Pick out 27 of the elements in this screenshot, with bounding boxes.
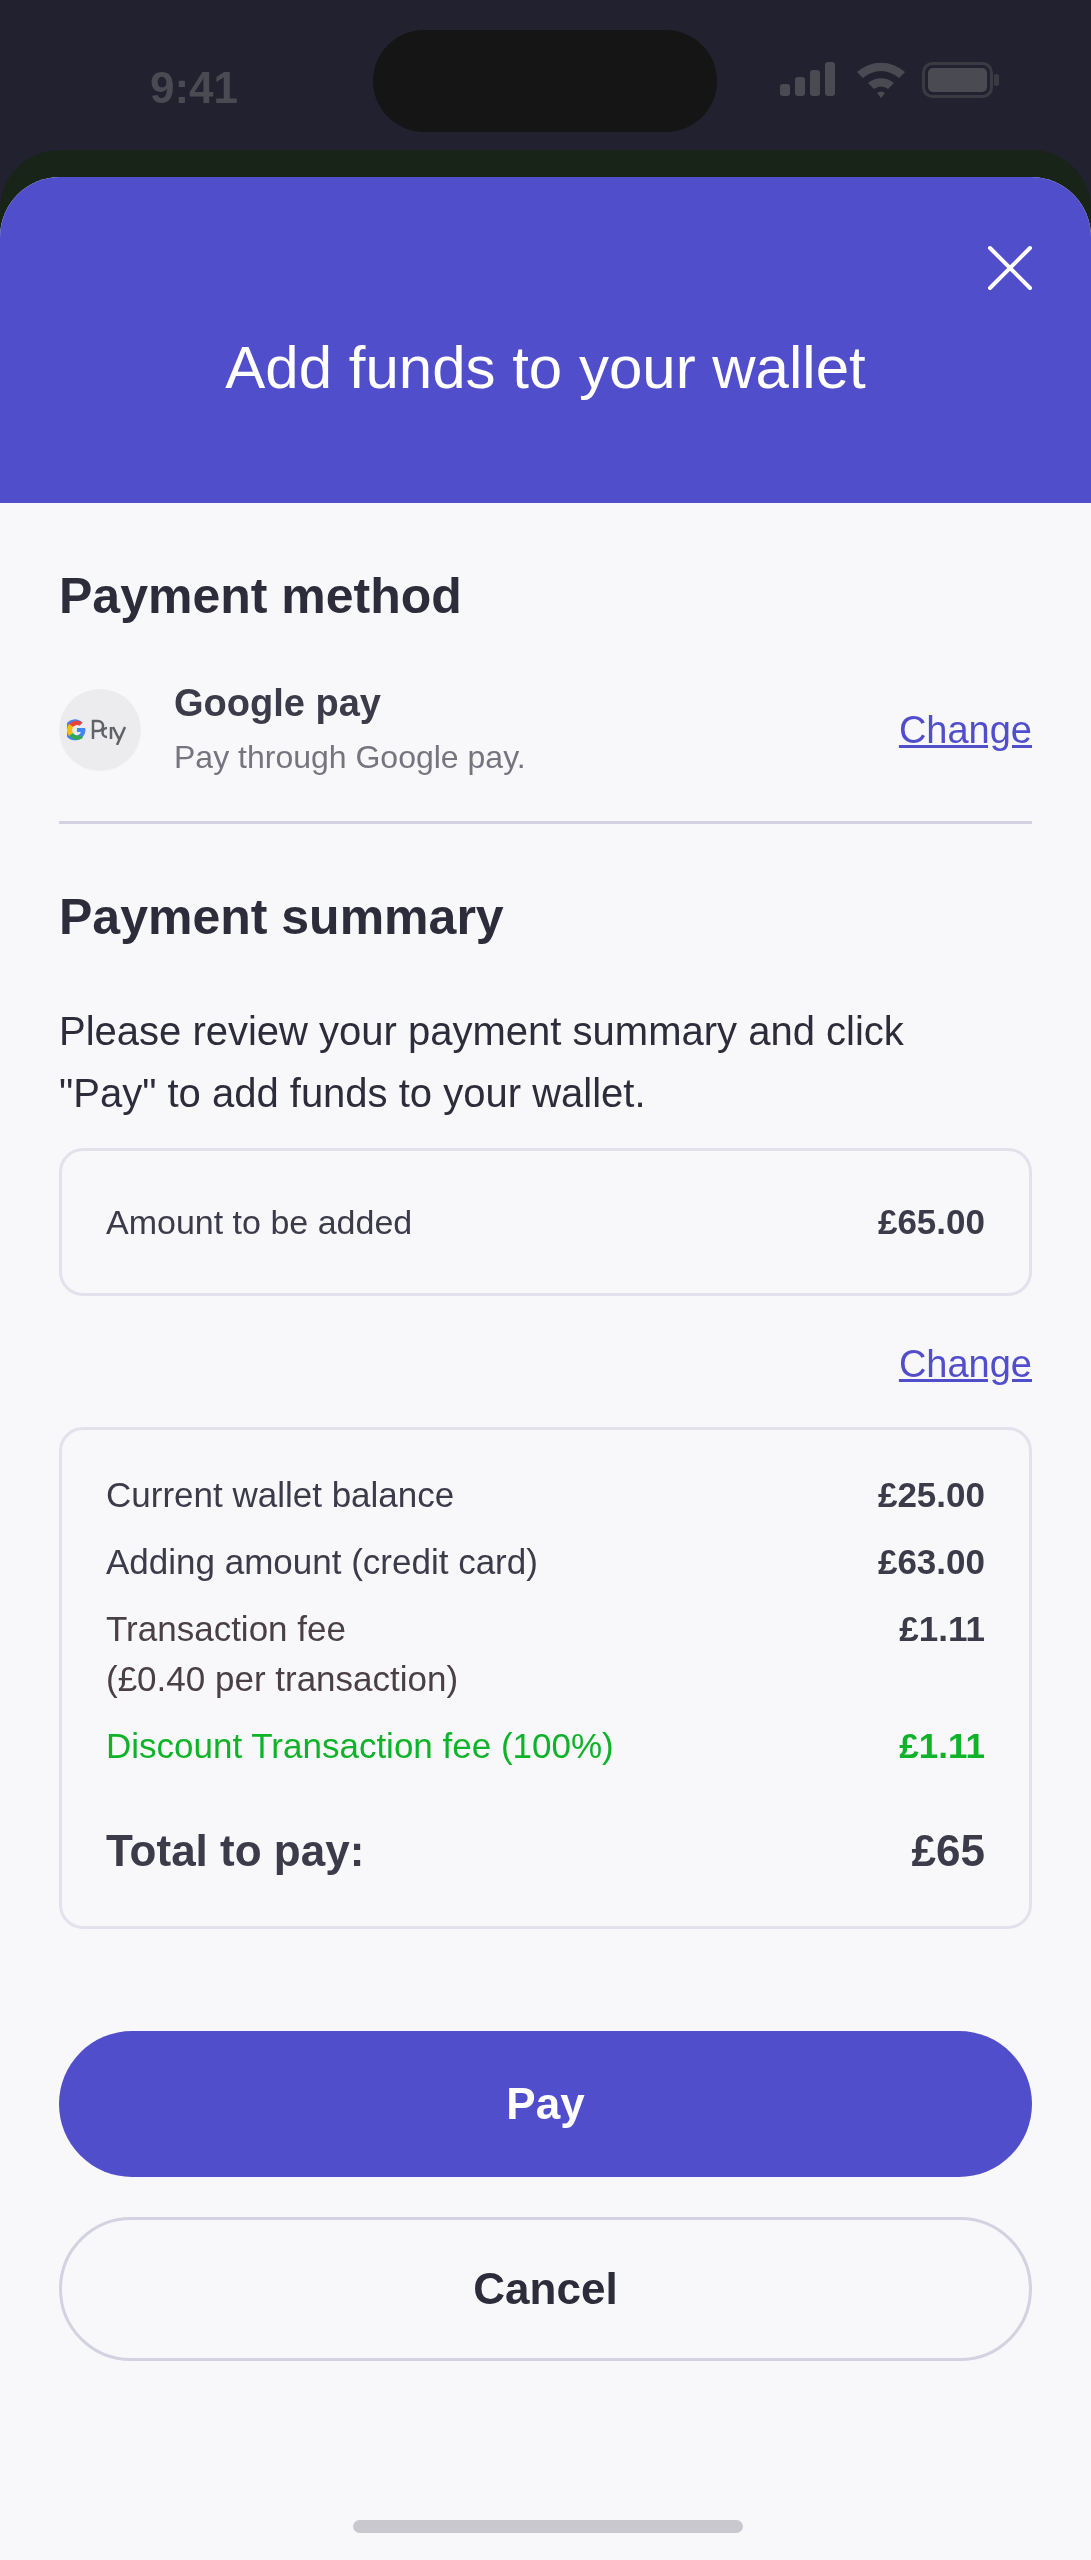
sheet-title: Add funds to your wallet <box>225 338 866 398</box>
change-link[interactable]: Change <box>898 1336 1032 1393</box>
payment-method-description: Pay through Google pay. <box>174 738 527 777</box>
pay-button[interactable]: Pay <box>59 2031 1032 2177</box>
summary-label: Discount Transaction fee (100%) <box>106 1725 614 1767</box>
summary-label: Transaction fee <box>106 1608 347 1650</box>
total-label: Total to pay: <box>106 1825 365 1877</box>
cancel-button[interactable]: Cancel <box>59 2217 1032 2361</box>
summary-note: (£0.40 per transaction) <box>106 1658 459 1700</box>
signal-icon <box>780 62 835 96</box>
summary-label: Adding amount (credit card) <box>106 1541 538 1583</box>
summary-value: £25.00 <box>877 1474 985 1516</box>
section-heading: Payment summary <box>59 892 505 942</box>
close-icon <box>987 245 1033 291</box>
section-heading: Payment method <box>59 571 463 621</box>
amount-label: Amount to be added <box>106 1201 413 1243</box>
wifi-icon <box>855 60 907 98</box>
amount-value: £65.00 <box>877 1200 985 1243</box>
summary-label: Current wallet balance <box>106 1474 455 1516</box>
total-value: £65 <box>911 1825 985 1877</box>
battery-icon <box>922 62 1000 98</box>
summary-intro: Please review your payment summary and click "Pay" to add funds to your wallet. <box>59 1008 905 1117</box>
summary-value: £1.11 <box>899 1608 985 1650</box>
summary-value: £63.00 <box>877 1541 985 1583</box>
change-link[interactable]: Change <box>898 701 1032 759</box>
summary-value: £1.11 <box>899 1725 985 1767</box>
payment-method-name: Google pay <box>174 681 382 726</box>
